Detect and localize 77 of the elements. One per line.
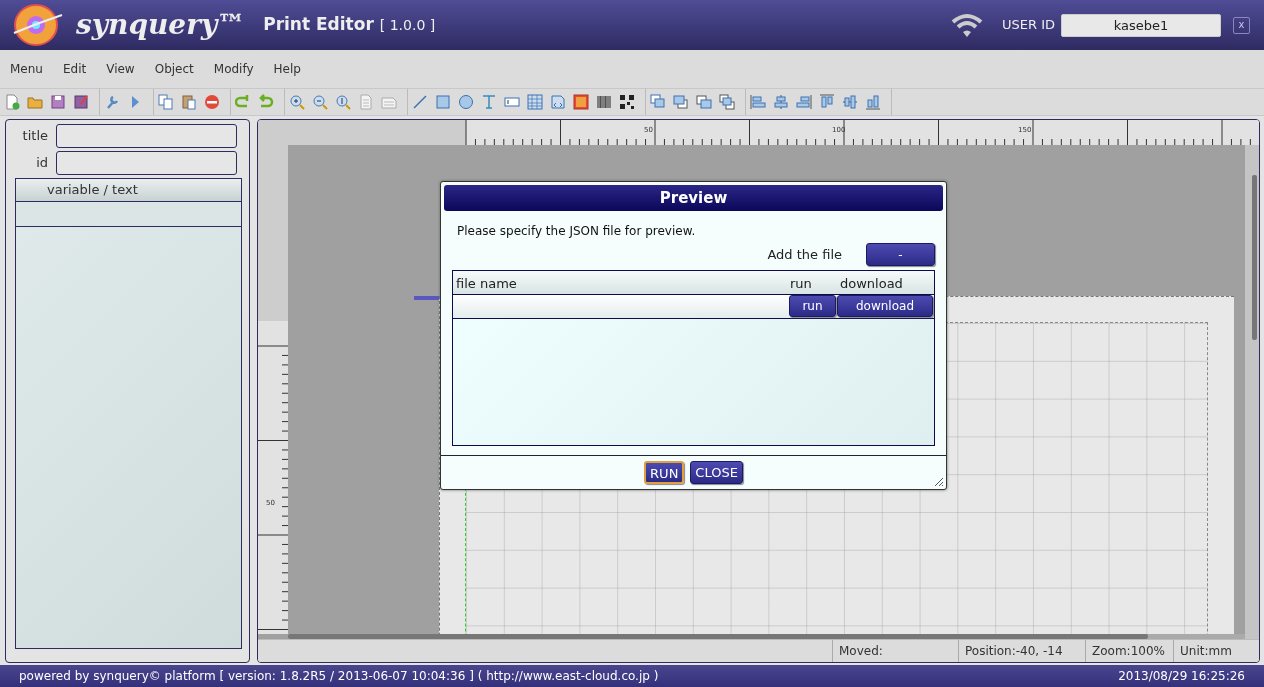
status-text: Moved: (832, 640, 958, 662)
menu-item[interactable]: Modify (203, 60, 264, 78)
input-field[interactable] (56, 151, 237, 175)
folder-icon[interactable] (27, 94, 43, 110)
barcode-icon[interactable] (596, 94, 612, 110)
align-right-icon[interactable] (796, 94, 812, 110)
save-icon[interactable] (50, 94, 66, 110)
script-icon[interactable] (550, 94, 566, 110)
page-icon[interactable] (358, 94, 374, 110)
column-header: download (839, 275, 904, 293)
align-middle-icon[interactable] (842, 94, 858, 110)
menu-item[interactable]: Menu (0, 60, 53, 78)
status-text: Position:-40, -14 (958, 640, 1085, 662)
bring-forward-icon[interactable] (673, 94, 689, 110)
zoom-out-icon[interactable] (312, 94, 328, 110)
column-header: run (789, 275, 813, 293)
align-center-icon[interactable] (773, 94, 789, 110)
vertical-scrollbar[interactable] (1245, 145, 1259, 640)
field-label: title (21, 127, 49, 146)
resize-grip-icon[interactable] (932, 475, 944, 487)
menu-item[interactable]: Object (144, 60, 204, 78)
qr-code-icon[interactable] (619, 94, 635, 110)
run-button[interactable]: RUN (644, 461, 685, 484)
close-button[interactable]: x (1233, 16, 1250, 34)
close-button[interactable]: CLOSE (690, 461, 743, 484)
align-bottom-icon[interactable] (865, 94, 881, 110)
dialog-title: Preview (444, 185, 943, 211)
bring-to-front-icon[interactable] (650, 94, 666, 110)
app-logo-text: synquery™ (76, 7, 246, 43)
paste-icon[interactable] (181, 94, 197, 110)
delete-icon[interactable] (204, 94, 220, 110)
send-to-back-icon[interactable] (719, 94, 735, 110)
column-header: file name (455, 275, 518, 293)
scrollbar-thumb[interactable] (288, 634, 1148, 639)
text-icon[interactable] (481, 94, 497, 110)
selection-handle[interactable] (414, 296, 439, 300)
column-header: variable / text (16, 179, 241, 202)
logo-icon (12, 3, 64, 47)
menu-item[interactable]: Help (263, 60, 311, 78)
align-top-icon[interactable] (819, 94, 835, 110)
align-left-icon[interactable] (750, 94, 766, 110)
scrollbar-thumb[interactable] (1252, 175, 1257, 340)
status-text: Zoom:100% (1085, 640, 1173, 662)
user-id-field[interactable]: kasebe1 (1061, 13, 1221, 37)
app-title: Print Editor (263, 13, 374, 37)
undo-icon[interactable] (235, 94, 251, 110)
save-as-icon[interactable] (73, 94, 89, 110)
add-file-button[interactable]: - (866, 243, 935, 266)
footer-credits: powered by synquery© platform [ version: 1.8.2R5 / 2013-06-07 10:04:36 ] ( http://www.east-cloud.co.jp ) (19, 668, 659, 685)
line-icon[interactable] (412, 94, 428, 110)
dialog-message: Please specify the JSON file for preview. (456, 223, 697, 240)
zoom-in-icon[interactable] (289, 94, 305, 110)
landscape-page-icon[interactable] (381, 94, 397, 110)
rectangle-icon[interactable] (435, 94, 451, 110)
image-icon[interactable] (573, 94, 589, 110)
menu-item[interactable]: Edit (52, 60, 97, 78)
menu-item[interactable]: View (96, 60, 145, 78)
wifi-icon (950, 12, 984, 38)
download-button[interactable]: download (837, 295, 933, 317)
run-button[interactable]: run (789, 295, 836, 317)
table-icon[interactable] (527, 94, 543, 110)
new-file-icon[interactable] (4, 94, 20, 110)
input-field[interactable] (56, 124, 237, 148)
text-field-icon[interactable] (504, 94, 520, 110)
send-backward-icon[interactable] (696, 94, 712, 110)
field-label: id (35, 154, 49, 173)
add-file-label: Add the file (767, 245, 842, 264)
status-text: Unit:mm (1173, 640, 1259, 662)
circle-icon[interactable] (458, 94, 474, 110)
user-id-label: USER ID (1002, 16, 1055, 35)
copy-icon[interactable] (158, 94, 174, 110)
redo-icon[interactable] (258, 94, 274, 110)
version-label: [ 1.0.0 ] (379, 15, 436, 35)
footer-datetime: 2013/08/29 16:25:26 (1118, 668, 1245, 685)
zoom-reset-icon[interactable] (335, 94, 351, 110)
table-row[interactable] (16, 202, 241, 227)
wrench-icon[interactable] (104, 94, 120, 110)
